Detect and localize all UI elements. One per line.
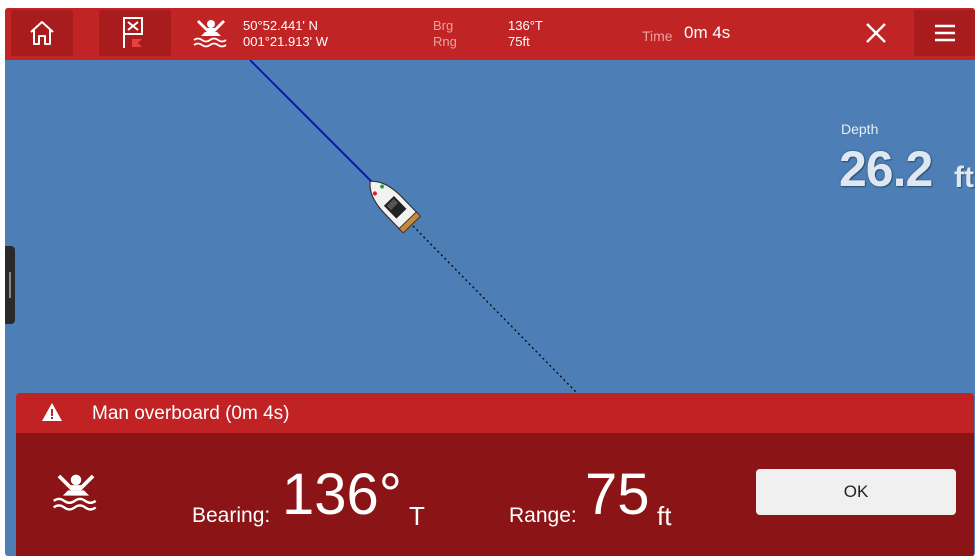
alarm-title: Man overboard (0m 4s) — [92, 403, 290, 424]
range-value-small: 75ft — [508, 34, 530, 49]
mob-alarm-panel: Man overboard (0m 4s) Bearing: 136° T Ra… — [16, 393, 975, 556]
alarm-header: Man overboard (0m 4s) — [16, 393, 974, 433]
bearing-label-small: Brg — [433, 18, 454, 33]
mob-latitude: 50°52.441' N — [243, 18, 318, 33]
time-label: Time — [642, 28, 673, 44]
range-label: Range: — [509, 504, 577, 527]
mob-longitude: 001°21.913' W — [243, 34, 329, 49]
vessel-icon — [369, 180, 422, 234]
bearing-value: 136° — [282, 462, 402, 527]
close-icon — [866, 23, 886, 43]
chart-screen: Depth 26.2 ft 50°52.441' N 001°21.913' W — [5, 8, 975, 556]
home-button[interactable] — [11, 10, 73, 56]
top-bar: 50°52.441' N 001°21.913' W Brg Rng 136°T… — [5, 8, 975, 60]
warning-icon — [42, 403, 62, 421]
mob-flag-icon — [123, 17, 143, 48]
cancel-mob-button[interactable] — [851, 10, 901, 56]
sidebar-pull-handle[interactable] — [5, 246, 15, 324]
mob-waypoint-button[interactable] — [99, 10, 171, 56]
menu-button[interactable] — [914, 10, 975, 56]
home-icon — [30, 21, 54, 45]
bearing-label: Bearing: — [192, 504, 271, 527]
bearing-unit: T — [409, 501, 425, 531]
range-label-small: Rng — [433, 34, 457, 49]
hamburger-menu-icon — [934, 24, 955, 42]
time-value: 0m 4s — [684, 23, 731, 42]
range-unit: ft — [657, 501, 672, 531]
depth-label: Depth — [841, 121, 879, 137]
heading-line — [249, 59, 379, 189]
depth-value: 26.2 — [839, 141, 933, 197]
range-value: 75 — [585, 462, 650, 527]
man-overboard-icon — [52, 474, 97, 511]
depth-unit: ft — [954, 161, 974, 194]
mob-track-line — [412, 225, 578, 394]
ok-button[interactable]: OK — [756, 469, 956, 515]
man-overboard-icon — [193, 20, 227, 48]
alarm-body: Bearing: 136° T Range: 75 ft OK — [16, 433, 974, 556]
bearing-value-small: 136°T — [508, 18, 543, 33]
